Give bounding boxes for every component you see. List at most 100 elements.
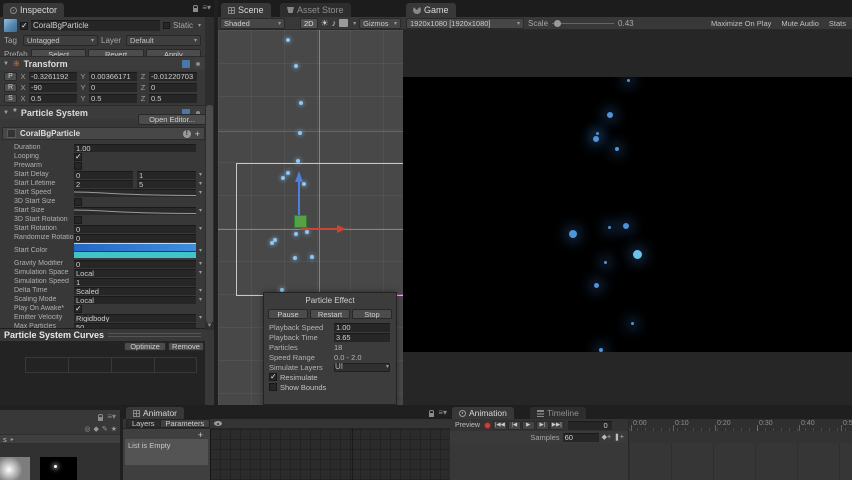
checkbox[interactable]: ✓ <box>74 304 82 313</box>
preview-toggle-button[interactable]: Preview <box>453 422 482 429</box>
stats-button[interactable]: Stats <box>826 19 849 28</box>
maximize-on-play-button[interactable]: Maximize On Play <box>708 19 774 28</box>
gradient-field[interactable] <box>74 243 196 258</box>
animation-dopesheet[interactable] <box>628 443 852 480</box>
label-icon[interactable]: ✎ <box>102 425 108 433</box>
checkbox[interactable]: ✓ <box>74 152 82 161</box>
y-axis-arrow-icon[interactable] <box>295 171 303 182</box>
scale-slider[interactable] <box>552 19 615 27</box>
transform-badge[interactable]: P <box>4 72 17 81</box>
scene-viewport[interactable]: Particle Effect Pause Restart Stop Playb… <box>218 30 403 405</box>
layer-dropdown[interactable]: Default ▾ <box>126 34 201 46</box>
x-axis-arrow-icon[interactable] <box>337 225 346 233</box>
transform-value-field[interactable]: -0.01220703 <box>149 72 197 81</box>
tag-dropdown[interactable]: Untagged ▾ <box>23 34 98 46</box>
simulate-layers-dropdown[interactable]: UI ▾ <box>334 362 390 372</box>
foldout-arrow-icon[interactable]: ▼ <box>3 61 9 67</box>
row-dropdown-arrow-icon[interactable]: ▾ <box>196 247 205 254</box>
last-frame-button[interactable]: ▶▶| <box>549 420 564 430</box>
breadcrumb[interactable]: s ▸ <box>0 434 120 444</box>
value-field[interactable]: 1.00 <box>74 143 196 152</box>
enum-dropdown[interactable]: Local <box>74 295 196 304</box>
asset-thumbnail-particle-texture[interactable] <box>0 457 30 480</box>
effects-dropdown-icon[interactable]: ▾ <box>351 20 356 27</box>
help-book-icon[interactable] <box>182 59 190 68</box>
transform-value-field[interactable]: 0 <box>89 83 137 92</box>
previous-frame-button[interactable]: |◀ <box>507 420 521 430</box>
mute-audio-button[interactable]: Mute Audio <box>778 19 822 28</box>
value-field[interactable]: 1 <box>74 277 196 286</box>
transform-badge[interactable]: R <box>4 83 17 92</box>
asset-thumbnail-particle-texture[interactable] <box>40 457 77 480</box>
stop-button[interactable]: Stop <box>352 309 392 319</box>
record-button-icon[interactable] <box>483 421 491 429</box>
effect-value-field[interactable]: 3.65 <box>334 332 390 342</box>
x-axis-gizmo[interactable] <box>301 228 337 230</box>
lock-icon[interactable] <box>429 409 435 417</box>
thumbnail-slider-icon[interactable]: ◎ <box>84 425 90 433</box>
value-field[interactable]: 0 <box>74 224 196 233</box>
row-dropdown-arrow-icon[interactable]: ▾ <box>196 225 205 232</box>
timeline-ruler[interactable]: 0:00 0:10 0:20 0:30 0:40 0:50 <box>628 419 852 431</box>
value-field[interactable]: 0 <box>74 233 196 242</box>
transform-value-field[interactable]: 0 <box>149 83 197 92</box>
transform-value-field[interactable]: 0.5 <box>149 94 197 103</box>
row-dropdown-arrow-icon[interactable]: ▾ <box>196 207 205 214</box>
inspector-scrollbar[interactable]: ▼ <box>205 17 214 330</box>
scene-lighting-icon[interactable]: ☀ <box>321 18 329 29</box>
play-button[interactable]: ▶ <box>521 420 535 430</box>
static-checkbox[interactable] <box>162 22 170 29</box>
tab-animation[interactable]: Animation <box>452 407 514 419</box>
eye-icon[interactable] <box>214 421 223 426</box>
scroll-down-icon[interactable]: ▼ <box>205 323 214 329</box>
curves-editor[interactable] <box>25 357 197 373</box>
drag-grip-icon[interactable] <box>108 332 201 338</box>
checkbox[interactable] <box>269 383 277 391</box>
add-module-icon[interactable]: + <box>195 129 200 139</box>
scrollbar-thumb[interactable] <box>206 105 213 323</box>
next-frame-button[interactable]: ▶| <box>535 420 549 430</box>
current-frame-field[interactable]: 0 <box>567 420 612 430</box>
tab-game[interactable]: Game <box>406 3 456 17</box>
row-dropdown-arrow-icon[interactable]: ▾ <box>196 314 205 321</box>
pause-button[interactable]: Pause <box>268 309 308 319</box>
lock-icon[interactable] <box>98 413 104 421</box>
pane-menu-icon[interactable]: ≡▾ <box>202 4 211 12</box>
pane-menu-icon[interactable]: ≡▾ <box>438 409 447 417</box>
foldout-arrow-icon[interactable]: ▼ <box>3 110 9 116</box>
remove-button[interactable]: Remove <box>168 342 204 351</box>
value-field-min[interactable]: 0 <box>74 170 133 179</box>
collab-icon[interactable]: ◆ <box>93 425 98 433</box>
checkbox[interactable] <box>74 161 82 170</box>
tab-asset-store[interactable]: Asset Store <box>280 3 351 17</box>
tab-timeline[interactable]: Timeline <box>530 407 586 419</box>
lock-icon[interactable] <box>193 4 199 12</box>
add-event-icon[interactable]: ❚+ <box>614 433 624 441</box>
transform-value-field[interactable]: 0.5 <box>29 94 77 103</box>
shading-mode-dropdown[interactable]: Shaded ▾ <box>220 17 286 29</box>
transform-value-field[interactable]: -90 <box>29 83 77 92</box>
gizmos-dropdown[interactable]: Gizmos ▾ <box>359 17 401 29</box>
layers-tab[interactable]: Layers <box>126 419 161 428</box>
enum-dropdown[interactable]: Rigidbody <box>74 313 196 322</box>
enum-dropdown[interactable]: Scaled <box>74 286 196 295</box>
restart-button[interactable]: Restart <box>310 309 350 319</box>
row-dropdown-arrow-icon[interactable]: ▾ <box>196 180 205 187</box>
checkbox[interactable] <box>74 215 82 224</box>
row-dropdown-arrow-icon[interactable]: ▾ <box>196 296 205 303</box>
checkbox[interactable]: ✓ <box>269 373 277 381</box>
row-dropdown-arrow-icon[interactable]: ▾ <box>196 189 205 196</box>
effect-value-field[interactable]: 1.00 <box>334 322 390 332</box>
row-dropdown-arrow-icon[interactable]: ▾ <box>196 269 205 276</box>
resolution-dropdown[interactable]: 1920x1080 [1920x1080] ▾ <box>406 17 524 29</box>
tab-animator[interactable]: Animator <box>126 407 185 419</box>
transform-value-field[interactable]: -0.3261192 <box>29 72 77 81</box>
curve-field[interactable] <box>73 206 197 215</box>
tab-inspector[interactable]: Inspector <box>3 3 65 17</box>
move-tool-center-handle[interactable] <box>294 215 307 228</box>
value-field-max[interactable]: 1 <box>137 170 196 179</box>
gear-icon[interactable] <box>194 59 202 68</box>
parameters-tab[interactable]: Parameters <box>160 419 211 428</box>
value-field[interactable]: 0 <box>74 259 196 268</box>
samples-field[interactable]: 60 <box>562 432 599 442</box>
